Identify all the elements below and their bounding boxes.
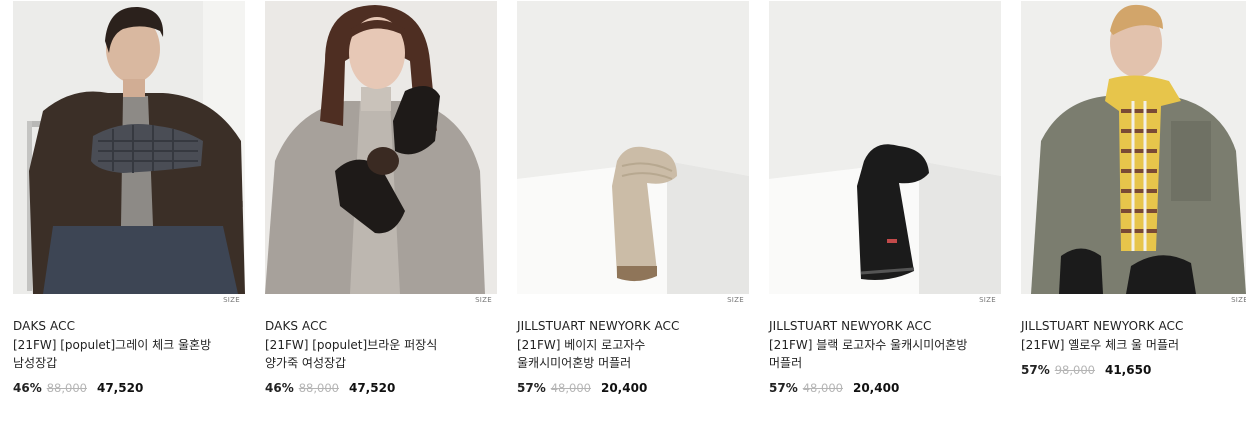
product-card[interactable]: SIZE DAKS ACC [21FW] [populet]브라운 퍼장식 양가… [265,1,497,398]
product-card[interactable]: SIZE JILLSTUART NEWYORK ACC [21FW] 옐로우 체… [1021,1,1246,398]
size-tag: SIZE [727,296,744,304]
brand-name[interactable]: DAKS ACC [265,318,497,334]
discount-rate: 57% [517,381,546,395]
model-woman-gloves-photo [265,1,497,294]
product-image[interactable] [517,1,749,294]
size-tag: SIZE [1231,296,1246,304]
sale-price: 20,400 [852,381,900,395]
price-row: 46% 88,000 47,520 [13,378,245,398]
original-price: 88,000 [298,381,339,395]
product-image[interactable] [13,1,245,294]
product-image[interactable] [769,1,1001,294]
price-row: 57% 48,000 20,400 [517,378,749,398]
sale-price: 41,650 [1104,363,1152,377]
product-name[interactable]: [21FW] [populet]그레이 체크 울혼방 남성장갑 [13,336,218,372]
sale-price: 20,400 [600,381,648,395]
discount-rate: 46% [265,381,294,395]
product-grid: SIZE DAKS ACC [21FW] [populet]그레이 체크 울혼방… [13,1,1246,398]
discount-rate: 46% [13,381,42,395]
price-row: 57% 98,000 41,650 [1021,360,1246,380]
product-card[interactable]: SIZE JILLSTUART NEWYORK ACC [21FW] 베이지 로… [517,1,749,398]
sale-price: 47,520 [348,381,396,395]
product-card[interactable]: SIZE DAKS ACC [21FW] [populet]그레이 체크 울혼방… [13,1,245,398]
original-price: 48,000 [802,381,843,395]
model-man-yellow-scarf-photo [1021,1,1246,294]
beige-muffler-photo [517,1,749,294]
size-tag: SIZE [223,296,240,304]
original-price: 98,000 [1054,363,1095,377]
size-tag: SIZE [475,296,492,304]
product-card[interactable]: SIZE JILLSTUART NEWYORK ACC [21FW] 블랙 로고… [769,1,1001,398]
size-tag: SIZE [979,296,996,304]
price-row: 46% 88,000 47,520 [265,378,497,398]
product-image[interactable] [265,1,497,294]
model-man-gloves-photo [13,1,245,294]
brand-name[interactable]: JILLSTUART NEWYORK ACC [1021,318,1246,334]
product-name[interactable]: [21FW] [populet]브라운 퍼장식 양가죽 여성장갑 [265,336,470,372]
brand-name[interactable]: JILLSTUART NEWYORK ACC [517,318,749,334]
brand-name[interactable]: JILLSTUART NEWYORK ACC [769,318,1001,334]
product-name[interactable]: [21FW] 블랙 로고자수 울캐시미어혼방 머플러 [769,336,974,372]
discount-rate: 57% [769,381,798,395]
price-row: 57% 48,000 20,400 [769,378,1001,398]
brand-name[interactable]: DAKS ACC [13,318,245,334]
original-price: 48,000 [550,381,591,395]
product-image[interactable] [1021,1,1246,294]
product-name[interactable]: [21FW] 베이지 로고자수 울캐시미어혼방 머플러 [517,336,722,372]
black-muffler-photo [769,1,1001,294]
original-price: 88,000 [46,381,87,395]
discount-rate: 57% [1021,363,1050,377]
sale-price: 47,520 [96,381,144,395]
